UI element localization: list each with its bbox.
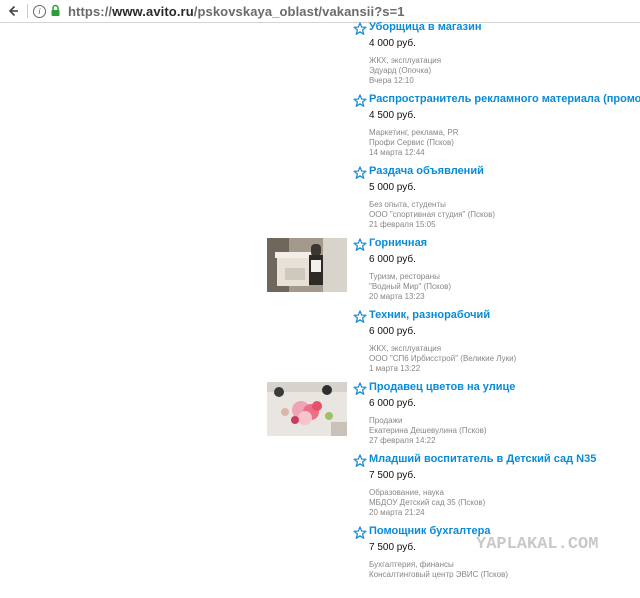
favorite-star-icon[interactable] (353, 22, 367, 36)
listing-price: 5 000 руб. (369, 182, 416, 193)
listing-company: Екатерина Дешевулина (Псков) (369, 426, 487, 435)
listing-date: 21 февраля 15:05 (369, 220, 436, 229)
listing-meta: Образование, наука МБДОУ Детский сад 35 … (369, 488, 485, 518)
favorite-star-icon[interactable] (353, 454, 367, 468)
list-item: Техник, разнорабочий 6 000 руб. ЖКХ, экс… (0, 309, 640, 382)
watermark: YAPLAKAL.COM (476, 535, 599, 554)
listing-date: 20 марта 21:24 (369, 508, 425, 517)
listing-company: Профи Сервис (Псков) (369, 138, 454, 147)
listing-meta: Маркетинг, реклама, PR Профи Сервис (Пск… (369, 128, 458, 158)
listing-meta: Бухгалтерия, финансы Консалтинговый цент… (369, 560, 508, 580)
listing-date: Вчера 12:10 (369, 76, 414, 85)
url-host: www.avito.ru (112, 3, 194, 19)
list-item: Раздача объявлений 5 000 руб. Без опыта,… (0, 165, 640, 238)
listing-category: ЖКХ, эксплуатация (369, 56, 442, 65)
favorite-star-icon[interactable] (353, 526, 367, 540)
listing-title[interactable]: Распространитель рекламного материала (п… (369, 93, 640, 105)
listing-title[interactable]: Раздача объявлений (369, 165, 484, 177)
listing-title[interactable]: Уборщица в магазин (369, 21, 482, 33)
listing-meta: ЖКХ, эксплуатация ООО "СП6 Ирбисстрой" (… (369, 344, 516, 374)
listing-category: Образование, наука (369, 488, 444, 497)
listing-date: 20 марта 13:23 (369, 292, 425, 301)
listing-company: МБДОУ Детский сад 35 (Псков) (369, 498, 486, 507)
favorite-star-icon[interactable] (353, 94, 367, 108)
listing-price: 6 000 руб. (369, 398, 416, 409)
list-item: Младший воспитатель в Детский сад N35 7 … (0, 453, 640, 526)
list-item: Продавец цветов на улице 6 000 руб. Прод… (0, 381, 640, 454)
listing-meta: Без опыта, студенты ООО "спортивная студ… (369, 200, 495, 230)
list-item: Уборщица в магазин 4 000 руб. ЖКХ, экспл… (0, 21, 640, 94)
url-field[interactable]: https://www.avito.ru/pskovskaya_oblast/v… (68, 4, 405, 19)
listing-price: 7 500 руб. (369, 470, 416, 481)
listing-date: 1 марта 13:22 (369, 364, 421, 373)
listing-price: 6 000 руб. (369, 254, 416, 265)
listing-category: Туризм, рестораны (369, 272, 440, 281)
listing-price: 6 000 руб. (369, 326, 416, 337)
listing-category: ЖКХ, эксплуатация (369, 344, 442, 353)
list-item: Распространитель рекламного материала (п… (0, 93, 640, 166)
listing-title[interactable]: Продавец цветов на улице (369, 381, 515, 393)
favorite-star-icon[interactable] (353, 238, 367, 252)
listing-company: ООО "спортивная студия" (Псков) (369, 210, 495, 219)
listing-price: 4 000 руб. (369, 38, 416, 49)
listing-category: Без опыта, студенты (369, 200, 446, 209)
listing-title[interactable]: Младший воспитатель в Детский сад N35 (369, 453, 596, 465)
listing-title[interactable]: Помощник бухгалтера (369, 525, 491, 537)
back-arrow-icon[interactable] (4, 2, 22, 20)
list-item: Горничная 6 000 руб. Туризм, рестораны "… (0, 237, 640, 310)
listing-photo-flowers[interactable] (267, 382, 347, 436)
listing-company: "Водный Мир" (Псков) (369, 282, 451, 291)
address-bar: i https://www.avito.ru/pskovskaya_oblast… (0, 0, 640, 23)
listing-photo-maid[interactable] (267, 238, 347, 292)
listing-meta: Продажи Екатерина Дешевулина (Псков) 27 … (369, 416, 487, 446)
listing-meta: Туризм, рестораны "Водный Мир" (Псков) 2… (369, 272, 451, 302)
url-scheme: https:// (68, 3, 113, 19)
listing-date: 27 февраля 14:22 (369, 436, 436, 445)
site-info-icon[interactable]: i (33, 4, 46, 18)
listing-category: Маркетинг, реклама, PR (369, 128, 459, 137)
favorite-star-icon[interactable] (353, 166, 367, 180)
listing-company: ООО "СП6 Ирбисстрой" (Великие Луки) (369, 354, 517, 363)
listing-category: Продажи (369, 416, 403, 425)
listing-meta: ЖКХ, эксплуатация Эдуард (Опочка) Вчера … (369, 56, 441, 86)
listing-price: 7 500 руб. (369, 542, 416, 553)
listing-title[interactable]: Техник, разнорабочий (369, 309, 490, 321)
listing-title[interactable]: Горничная (369, 237, 427, 249)
address-separator (27, 4, 28, 18)
listing-price: 4 500 руб. (369, 110, 416, 121)
listing-date: 14 марта 12:44 (369, 148, 425, 157)
listing-category: Бухгалтерия, финансы (369, 560, 454, 569)
url-path: /pskovskaya_oblast/vakansii?s=1 (193, 3, 405, 19)
favorite-star-icon[interactable] (353, 310, 367, 324)
favorite-star-icon[interactable] (353, 382, 367, 396)
listing-company: Эдуард (Опочка) (369, 66, 432, 75)
listing-company: Консалтинговый центр ЭВИС (Псков) (369, 570, 508, 579)
lock-icon[interactable] (50, 4, 62, 18)
